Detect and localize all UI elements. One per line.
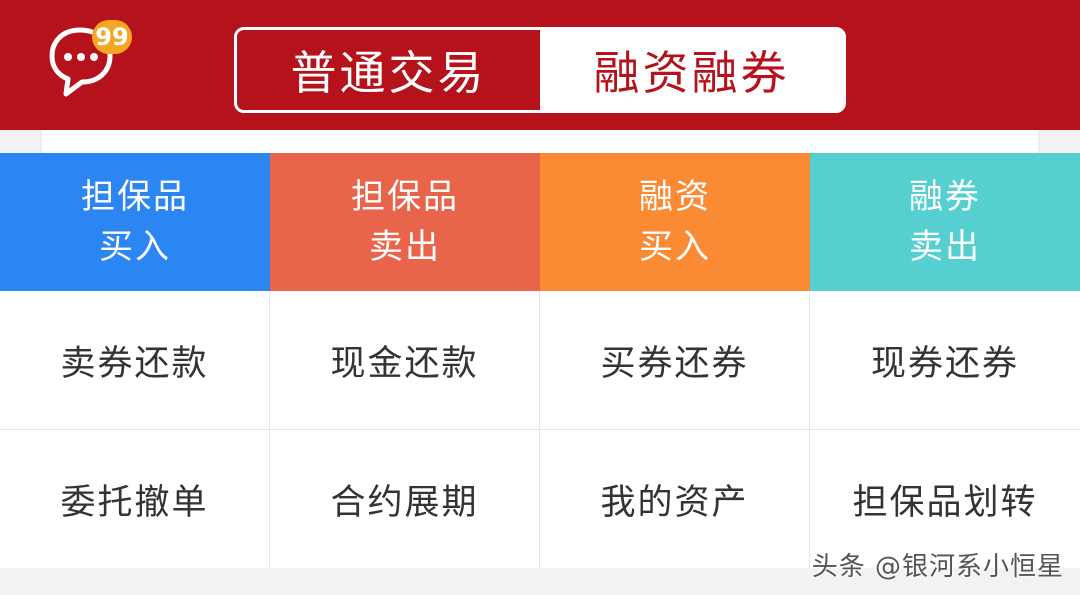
short-sell-button[interactable]: 融券 卖出 — [810, 153, 1080, 291]
action-row: 担保品 买入 担保品 卖出 融资 买入 融券 卖出 — [0, 153, 1080, 291]
collateral-sell-button[interactable]: 担保品 卖出 — [270, 153, 540, 291]
action-label-line2: 买入 — [639, 227, 711, 267]
message-button[interactable]: 99 — [44, 20, 134, 100]
cash-repay-button[interactable]: 现金还款 — [270, 291, 540, 429]
function-grid: 担保品 买入 担保品 卖出 融资 买入 融券 卖出 卖券还款 现金还款 买券还券… — [0, 153, 1080, 568]
card-top-edge — [42, 130, 1038, 154]
watermark-text: 头条 @银河系小恒星 — [811, 552, 1064, 582]
collateral-buy-button[interactable]: 担保品 买入 — [0, 153, 270, 291]
action-label-line1: 融资 — [639, 177, 711, 217]
message-count-badge: 99 — [92, 20, 132, 54]
top-header: 99 普通交易 融资融券 — [0, 0, 1080, 130]
return-stock-button[interactable]: 现券还券 — [810, 291, 1080, 429]
buy-to-return-button[interactable]: 买券还券 — [540, 291, 810, 429]
tab-normal-trading[interactable]: 普通交易 — [237, 30, 540, 110]
sell-to-repay-button[interactable]: 卖券还款 — [0, 291, 270, 429]
action-label-line1: 担保品 — [81, 177, 189, 217]
action-label-line1: 担保品 — [351, 177, 459, 217]
my-assets-button[interactable]: 我的资产 — [540, 430, 810, 568]
contract-extension-button[interactable]: 合约展期 — [270, 430, 540, 568]
trading-screen: 99 普通交易 融资融券 担保品 买入 担保品 卖出 融资 买入 融券 卖出 卖… — [0, 0, 1080, 595]
action-label-line2: 买入 — [99, 227, 171, 267]
trade-mode-switch: 普通交易 融资融券 — [234, 27, 846, 113]
cancel-order-button[interactable]: 委托撤单 — [0, 430, 270, 568]
action-label-line1: 融券 — [909, 177, 981, 217]
margin-buy-button[interactable]: 融资 买入 — [540, 153, 810, 291]
function-row-1: 卖券还款 现金还款 买券还券 现券还券 — [0, 291, 1080, 430]
action-label-line2: 卖出 — [369, 227, 441, 267]
action-label-line2: 卖出 — [909, 227, 981, 267]
tab-margin-trading[interactable]: 融资融券 — [540, 30, 843, 110]
